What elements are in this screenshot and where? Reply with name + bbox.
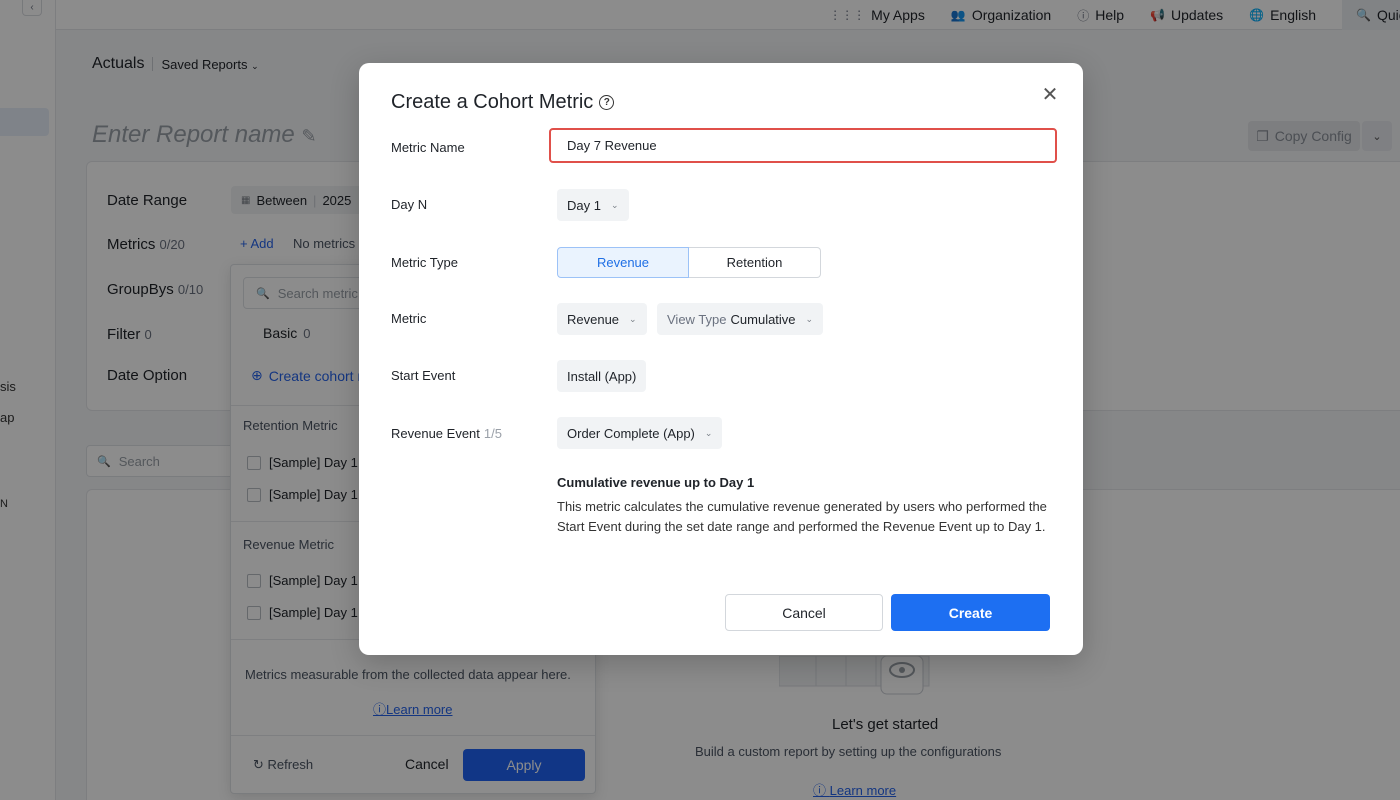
view-type-select[interactable]: View Type Cumulative ⌄ <box>657 303 824 335</box>
modal-title-text: Create a Cohort Metric <box>391 91 594 113</box>
create-cohort-metric-modal: Create a Cohort Metric ? ✕ Metric Name D… <box>359 63 1083 655</box>
help-icon[interactable]: ? <box>599 95 615 110</box>
close-icon[interactable]: ✕ <box>1039 83 1061 106</box>
metric-type-segmented-control: Revenue Retention <box>557 247 821 278</box>
start-event-value: Install (App) <box>567 368 637 384</box>
cancel-button[interactable]: Cancel <box>725 594 883 631</box>
revenue-event-label: Revenue Event 1/5 <box>391 426 502 441</box>
modal-title: Create a Cohort Metric ? <box>391 91 615 114</box>
day-n-select[interactable]: Day 1 ⌄ <box>557 189 629 221</box>
create-button[interactable]: Create <box>891 594 1050 631</box>
metric-type-option-revenue[interactable]: Revenue <box>557 247 689 278</box>
metric-description-title: Cumulative revenue up to Day 1 <box>557 475 755 490</box>
revenue-event-value: Order Complete (App) <box>567 425 695 441</box>
metric-value: Revenue <box>567 311 620 327</box>
metric-description-body: This metric calculates the cumulative re… <box>557 499 1047 534</box>
chevron-down-icon: ⌄ <box>610 199 619 210</box>
view-type-prefix: View Type <box>667 311 727 327</box>
metric-name-input[interactable] <box>549 128 1057 163</box>
chevron-down-icon: ⌄ <box>629 313 637 324</box>
chevron-down-icon: ⌄ <box>805 313 814 324</box>
start-event-select[interactable]: Install (App) <box>557 360 647 392</box>
metric-type-option-retention[interactable]: Retention <box>689 247 821 278</box>
metric-label: Metric <box>391 311 427 326</box>
metric-select[interactable]: Revenue ⌄ <box>557 303 647 335</box>
day-n-value: Day 1 <box>567 197 601 213</box>
chevron-down-icon: ⌄ <box>704 427 713 438</box>
revenue-event-select[interactable]: Order Complete (App) ⌄ <box>557 417 723 449</box>
start-event-label: Start Event <box>391 368 456 383</box>
view-type-value: Cumulative <box>730 311 796 327</box>
metric-type-label: Metric Type <box>391 255 458 270</box>
revenue-event-count: 1/5 <box>483 426 502 441</box>
day-n-label: Day N <box>391 197 428 212</box>
revenue-event-label-text: Revenue Event <box>391 426 480 441</box>
metric-name-label: Metric Name <box>391 140 465 155</box>
